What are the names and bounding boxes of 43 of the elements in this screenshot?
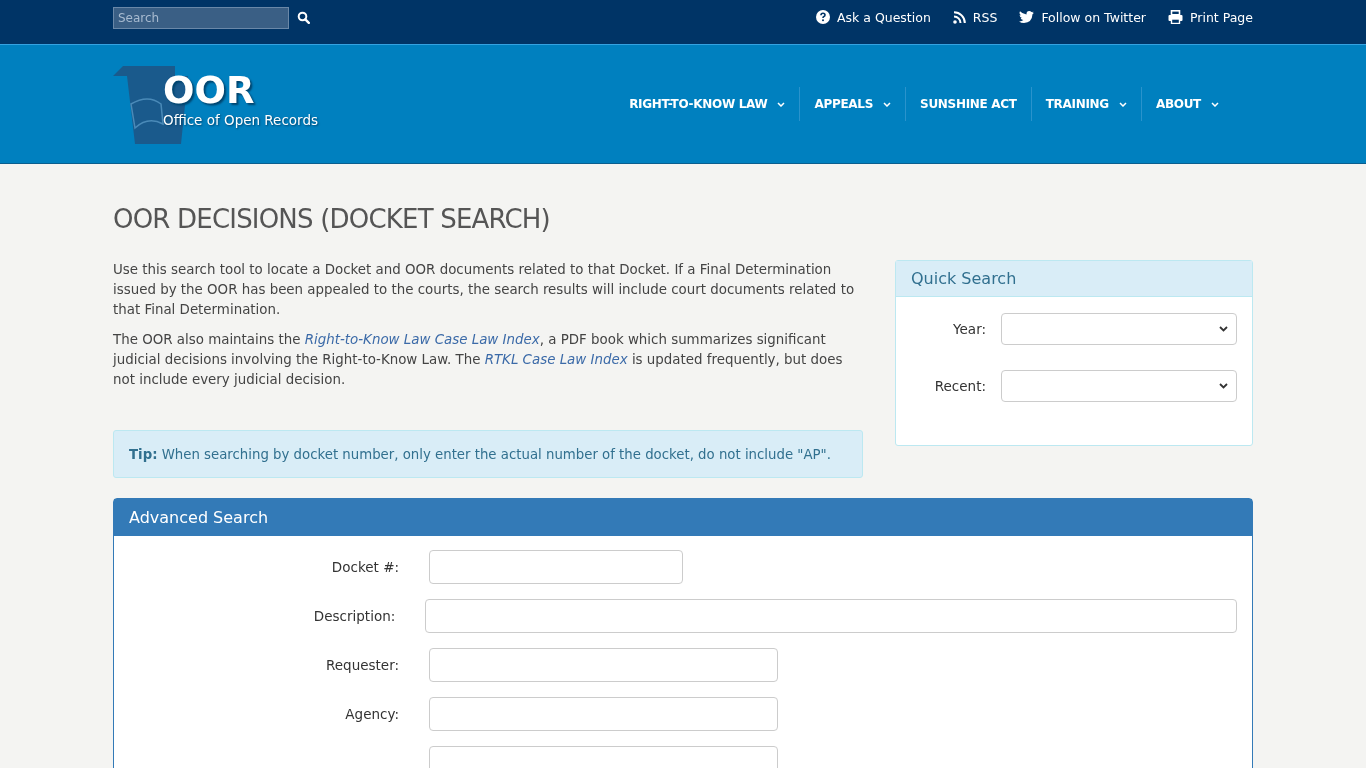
paragraph: The OOR also maintains the Right-to-Know Law Case Law Index, a PDF book which summarizes significant judicial decisions involving the Right-to-Know Law. The RTKL Case Law Index is updated frequently, but does not include every judicial decision. [113,331,844,389]
panel-title: Quick Search [896,261,1252,297]
chevron-icon [1118,101,1127,107]
link[interactable]: RTKL Case Law Index [484,352,628,367]
search-icon[interactable] [297,10,310,24]
link[interactable]: Right-to-Know Law Case Law Index [304,332,540,347]
nav-item[interactable]: RIGHT-TO-KNOW LAW [615,87,800,121]
logo-subtitle[interactable]: Office of Open Records [163,112,319,128]
bird-icon [1019,10,1035,24]
logo-title[interactable]: OOR [163,70,319,112]
input-field[interactable] [429,648,778,682]
nav-item[interactable]: TRAINING [1030,87,1141,121]
rss-icon [952,10,966,24]
select-field[interactable] [1001,313,1237,345]
top-link[interactable]: RSS [972,9,998,25]
nav-item[interactable]: ABOUT [1140,87,1233,121]
printer-icon [1168,10,1183,24]
top-link[interactable]: Print Page [1190,9,1253,25]
search-field[interactable]: Search [113,7,289,29]
field-label: Docket #: [331,559,399,575]
page-title: OOR DECISIONS (DOCKET SEARCH) [113,204,551,234]
chevron-icon [1211,101,1219,107]
paragraph: Use this search tool to locate a Docket and OOR documents related to that Docket. If a Final Determination issued by the OOR has been appealed to the courts, the search results will include court documents related to that Final Determination. [113,261,856,319]
select-field[interactable] [1001,370,1237,402]
field-label: Year: [952,321,986,337]
input-field[interactable] [425,599,1237,633]
field-label: Agency: [345,706,399,722]
top-link[interactable]: Follow on Twitter [1041,9,1146,25]
question-icon [816,10,830,24]
caret-icon [1219,383,1228,389]
panel-title: Advanced Search [114,499,1252,536]
field-label: Description: [313,608,396,624]
field-label: Recent: [933,378,986,394]
nav-item[interactable]: APPEALS [799,87,906,121]
input-field[interactable] [429,550,683,584]
caret-icon [1219,326,1228,332]
chevron-icon [883,101,892,107]
tip-alert: Tip: When searching by docket number, only enter the actual number of the docket, do not include "AP". [113,430,863,478]
top-link[interactable]: Ask a Question [837,9,931,25]
nav-item[interactable]: SUNSHINE ACT [905,87,1031,121]
chevron-icon [777,101,786,107]
field-label: Requester: [326,657,399,673]
input-field[interactable] [429,697,778,731]
